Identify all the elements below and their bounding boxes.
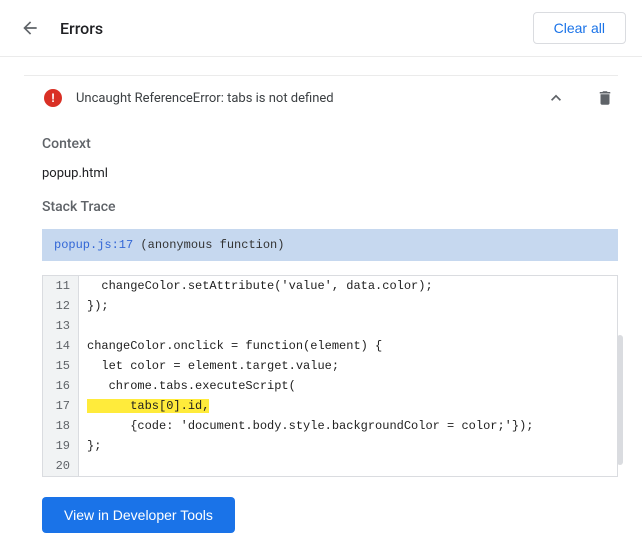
error-message: Uncaught ReferenceError: tabs is not def… (76, 91, 334, 106)
line-number: 20 (43, 456, 79, 477)
error-row-left: ! Uncaught ReferenceError: tabs is not d… (44, 89, 334, 107)
error-icon: ! (44, 89, 62, 107)
content-area: ! Uncaught ReferenceError: tabs is not d… (0, 57, 642, 557)
code-row: 17 tabs[0].id, (43, 396, 618, 416)
header-bar: Errors Clear all (0, 0, 642, 57)
chevron-up-icon[interactable] (546, 88, 566, 108)
code-line: tabs[0].id, (79, 396, 618, 416)
code-line: {code: 'document.body.style.backgroundCo… (79, 416, 618, 436)
line-number: 18 (43, 416, 79, 436)
scrollbar[interactable] (617, 335, 623, 465)
line-number: 15 (43, 356, 79, 376)
code-row: 16 chrome.tabs.executeScript( (43, 376, 618, 396)
line-number: 19 (43, 436, 79, 456)
code-row: 19}; (43, 436, 618, 456)
stack-trace-label: Stack Trace (42, 199, 618, 215)
context-label: Context (42, 136, 618, 152)
code-line (79, 456, 618, 477)
code-row: 20 (43, 456, 618, 477)
line-number: 14 (43, 336, 79, 356)
back-arrow-icon[interactable] (20, 18, 40, 38)
line-number: 11 (43, 276, 79, 297)
code-line: changeColor.setAttribute('value', data.c… (79, 276, 618, 297)
code-row: 12}); (43, 296, 618, 316)
code-row: 14changeColor.onclick = function(element… (43, 336, 618, 356)
code-line: }); (79, 296, 618, 316)
code-row: 13 (43, 316, 618, 336)
header-left: Errors (20, 18, 103, 38)
code-row: 15 let color = element.target.value; (43, 356, 618, 376)
view-devtools-button[interactable]: View in Developer Tools (42, 497, 235, 533)
code-row: 18 {code: 'document.body.style.backgroun… (43, 416, 618, 436)
code-line (79, 316, 618, 336)
error-row-right (546, 88, 614, 108)
line-number: 12 (43, 296, 79, 316)
trash-icon[interactable] (596, 89, 614, 107)
code-line: let color = element.target.value; (79, 356, 618, 376)
code-line: changeColor.onclick = function(element) … (79, 336, 618, 356)
stack-trace-header[interactable]: popup.js:17 (anonymous function) (42, 229, 618, 261)
line-number: 17 (43, 396, 79, 416)
error-item-row[interactable]: ! Uncaught ReferenceError: tabs is not d… (24, 75, 618, 126)
clear-all-button[interactable]: Clear all (533, 12, 626, 44)
context-file: popup.html (42, 166, 618, 181)
stack-trace-function: (anonymous function) (140, 238, 284, 252)
code-table: 11 changeColor.setAttribute('value', dat… (42, 275, 618, 477)
line-number: 13 (43, 316, 79, 336)
page-title: Errors (60, 19, 103, 38)
line-number: 16 (43, 376, 79, 396)
code-line: }; (79, 436, 618, 456)
code-row: 11 changeColor.setAttribute('value', dat… (43, 276, 618, 297)
stack-trace-location: popup.js:17 (54, 238, 133, 252)
code-container: 11 changeColor.setAttribute('value', dat… (42, 275, 618, 477)
code-line: chrome.tabs.executeScript( (79, 376, 618, 396)
